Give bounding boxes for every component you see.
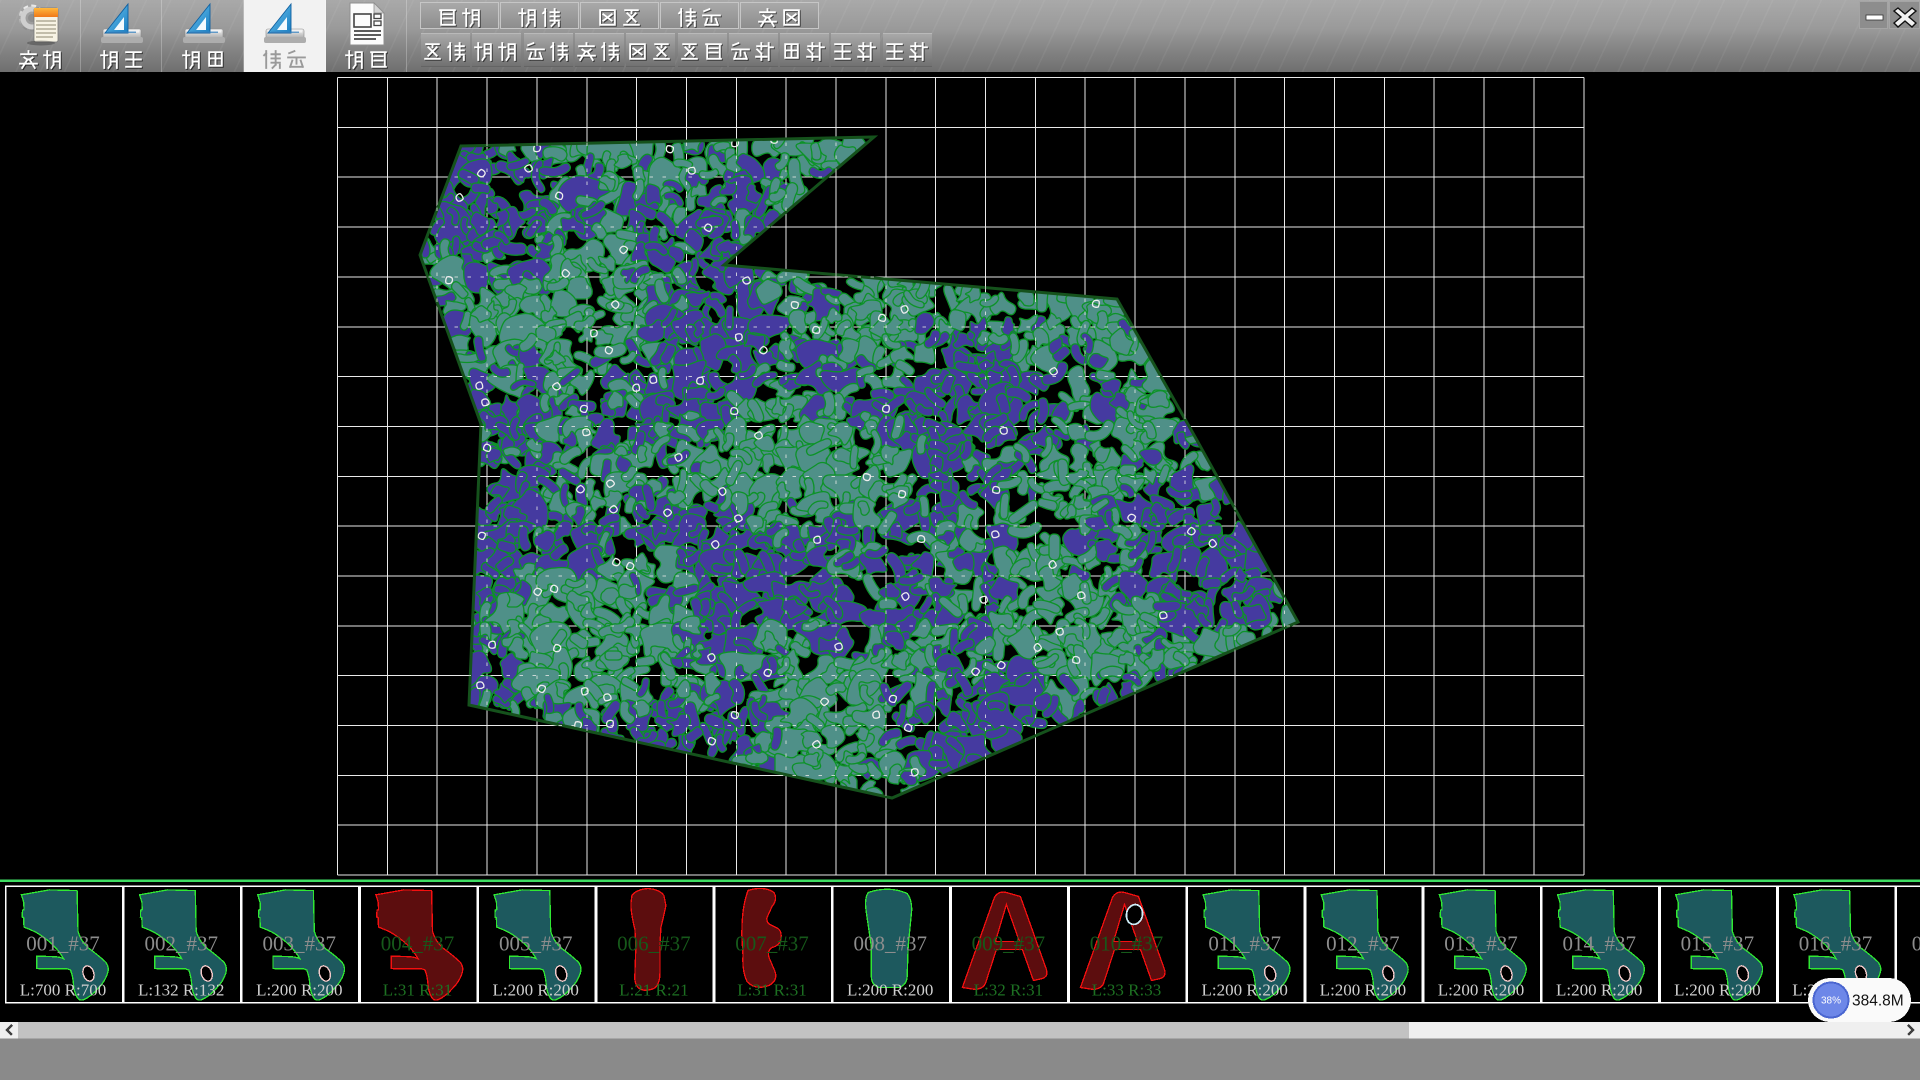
svg-text:008_#37: 008_#37 — [853, 932, 927, 956]
svg-text:L:31 R:31: L:31 R:31 — [383, 981, 452, 1000]
svg-text:007_#37: 007_#37 — [735, 932, 809, 956]
svg-text:L:200 R:200: L:200 R:200 — [1556, 981, 1642, 1000]
svg-text:L:132 R:132: L:132 R:132 — [138, 981, 224, 1000]
svg-text:005_#37: 005_#37 — [499, 932, 573, 956]
svg-text:013_#37: 013_#37 — [1444, 932, 1518, 956]
svg-text:L:33 R:33: L:33 R:33 — [1092, 981, 1161, 1000]
svg-text:006_#37: 006_#37 — [617, 932, 691, 956]
svg-text:L:200 R:200: L:200 R:200 — [847, 981, 933, 1000]
svg-text:002_#37: 002_#37 — [144, 932, 218, 956]
svg-text:011_#37: 011_#37 — [1208, 932, 1281, 956]
svg-text:L:200 R:200: L:200 R:200 — [1201, 981, 1287, 1000]
svg-text:004_#37: 004_#37 — [381, 932, 455, 956]
svg-text:L:200 R:200: L:200 R:200 — [1674, 981, 1760, 1000]
svg-text:L:200 R:200: L:200 R:200 — [492, 981, 578, 1000]
svg-text:L:32 R:31: L:32 R:31 — [974, 981, 1043, 1000]
svg-text:001_#37: 001_#37 — [26, 932, 100, 956]
svg-text:L:31 R:31: L:31 R:31 — [737, 981, 806, 1000]
svg-text:L:700 R:700: L:700 R:700 — [20, 981, 106, 1000]
svg-text:L:21 R:21: L:21 R:21 — [619, 981, 688, 1000]
svg-text:L:200 R:200: L:200 R:200 — [1320, 981, 1406, 1000]
svg-text:384.8M: 384.8M — [1852, 993, 1904, 1010]
svg-text:016_#37: 016_#37 — [1799, 932, 1873, 956]
svg-text:L:200 R:200: L:200 R:200 — [256, 981, 342, 1000]
svg-text:014_#37: 014_#37 — [1562, 932, 1636, 956]
svg-text:38%: 38% — [1821, 996, 1841, 1007]
svg-text:015_#37: 015_#37 — [1681, 932, 1755, 956]
svg-text:010_#37: 010_#37 — [1090, 932, 1164, 956]
svg-text:00: 00 — [1912, 932, 1920, 956]
svg-text:009_#37: 009_#37 — [972, 932, 1046, 956]
svg-text:012_#37: 012_#37 — [1326, 932, 1400, 956]
svg-text:L:200 R:200: L:200 R:200 — [1438, 981, 1524, 1000]
svg-text:003_#37: 003_#37 — [263, 932, 337, 956]
